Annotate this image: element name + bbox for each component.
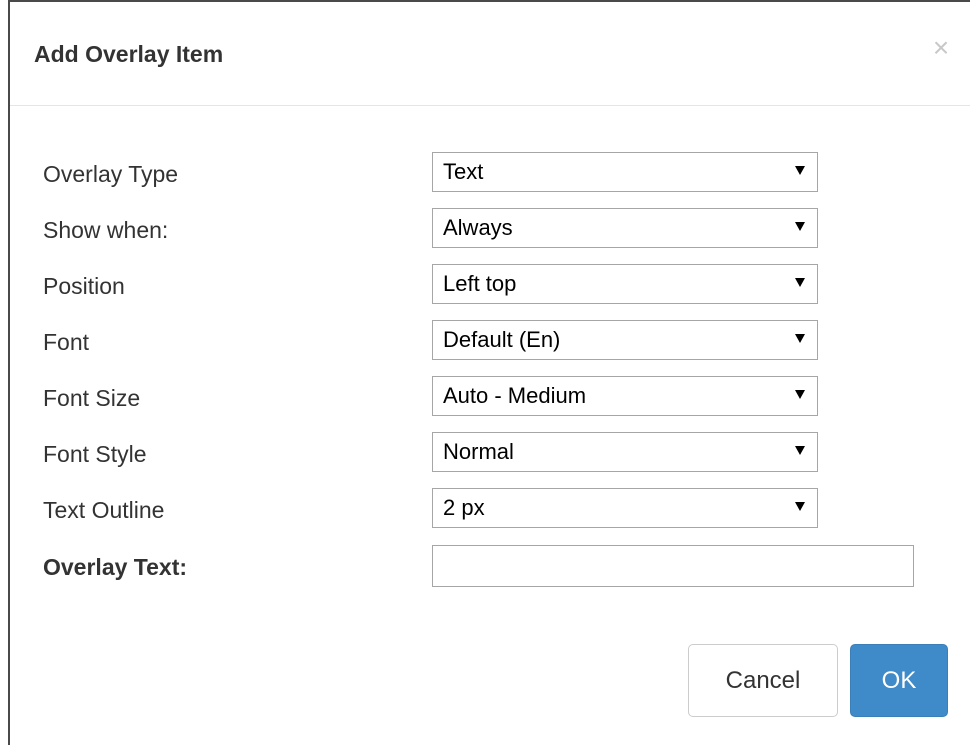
font-size-label: Font Size	[43, 385, 141, 411]
font-size-row: Font Size Auto - Medium	[10, 376, 970, 418]
font-style-value: Normal	[443, 439, 514, 464]
show-when-label: Show when:	[43, 217, 169, 243]
dropdown-arrow-icon	[795, 166, 805, 175]
position-row: Position Left top	[10, 264, 970, 306]
show-when-row: Show when: Always	[10, 208, 970, 250]
font-style-label: Font Style	[43, 441, 147, 467]
overlay-type-row: Overlay Type Text	[10, 152, 970, 194]
dropdown-arrow-icon	[795, 446, 805, 455]
text-outline-select[interactable]: 2 px	[432, 488, 818, 528]
position-select[interactable]: Left top	[432, 264, 818, 304]
cancel-button[interactable]: Cancel	[688, 644, 838, 717]
font-value: Default (En)	[443, 327, 561, 352]
dropdown-arrow-icon	[795, 334, 805, 343]
dropdown-arrow-icon	[795, 278, 805, 287]
overlay-type-label: Overlay Type	[43, 161, 179, 187]
dropdown-arrow-icon	[795, 390, 805, 399]
overlay-text-row: Overlay Text:	[10, 545, 970, 587]
overlay-text-input[interactable]	[432, 545, 914, 587]
dialog-title: Add Overlay Item	[34, 41, 224, 67]
show-when-select[interactable]: Always	[432, 208, 818, 248]
show-when-value: Always	[443, 215, 513, 240]
position-value: Left top	[443, 271, 517, 296]
font-select[interactable]: Default (En)	[432, 320, 818, 360]
font-label: Font	[43, 329, 90, 355]
font-style-row: Font Style Normal	[10, 432, 970, 474]
dropdown-arrow-icon	[795, 502, 805, 511]
font-size-value: Auto - Medium	[443, 383, 587, 408]
overlay-type-select[interactable]: Text	[432, 152, 818, 192]
add-overlay-item-dialog: Add Overlay Item × Overlay Type Text Sho…	[8, 0, 970, 745]
text-outline-row: Text Outline 2 px	[10, 488, 970, 530]
close-icon[interactable]: ×	[927, 34, 955, 62]
position-label: Position	[43, 273, 125, 299]
font-style-select[interactable]: Normal	[432, 432, 818, 472]
text-outline-value: 2 px	[443, 495, 485, 520]
dropdown-arrow-icon	[795, 222, 805, 231]
dialog-header: Add Overlay Item ×	[10, 2, 970, 106]
overlay-text-label: Overlay Text:	[43, 554, 188, 580]
font-size-select[interactable]: Auto - Medium	[432, 376, 818, 416]
ok-button[interactable]: OK	[850, 644, 948, 717]
text-outline-label: Text Outline	[43, 497, 165, 523]
font-row: Font Default (En)	[10, 320, 970, 362]
overlay-type-value: Text	[443, 159, 484, 184]
